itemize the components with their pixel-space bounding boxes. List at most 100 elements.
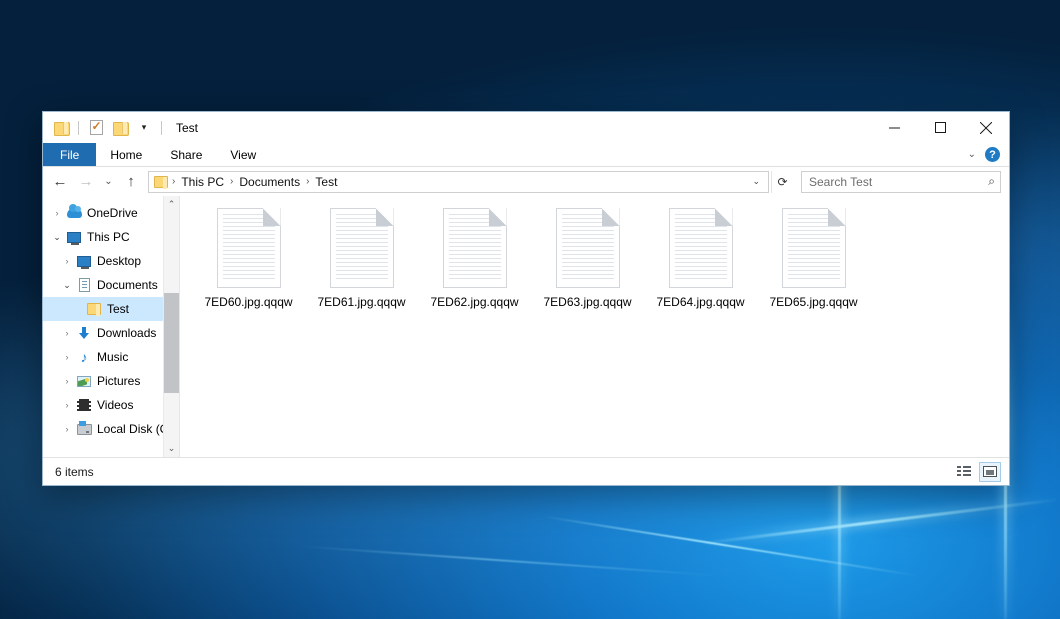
ribbon-right-controls: ⌄ ? [968,143,1009,166]
back-button[interactable]: ← [48,170,72,194]
expander-icon[interactable]: › [59,424,75,434]
file-item[interactable]: 7ED65.jpg.qqqw [757,204,870,322]
generic-document-icon [669,208,733,288]
document-icon [75,277,93,293]
up-button[interactable]: ↑ [119,170,143,194]
breadcrumb[interactable]: › This PC › Documents › Test ⌄ [148,171,769,193]
sidebar-item-desktop[interactable]: › Desktop [43,249,179,273]
search-input[interactable]: Search Test [809,175,988,189]
expander-icon[interactable]: › [49,208,65,218]
file-name-label: 7ED64.jpg.qqqw [656,295,744,309]
chevron-down-icon[interactable]: ▾ [134,118,154,138]
expander-icon[interactable]: › [59,376,75,386]
search-box[interactable]: Search Test ⌕ [801,171,1001,193]
sidebar-item-test[interactable]: Test [43,297,179,321]
quick-access-toolbar: ▾ Test [43,118,198,138]
music-icon: ♪ [75,349,93,365]
monitor-icon [75,253,93,269]
sidebar-item-videos[interactable]: › Videos [43,393,179,417]
expander-icon[interactable]: ⌄ [59,280,75,291]
large-icons-view-button[interactable] [979,462,1001,482]
new-folder-icon[interactable] [110,118,130,138]
maximize-button[interactable] [917,112,963,143]
sidebar-item-label: Desktop [97,254,141,268]
breadcrumb-separator-1: › [227,176,236,187]
expand-ribbon-icon[interactable]: ⌄ [968,149,976,160]
file-explorer-window: ▾ Test File Home Share View [42,111,1010,486]
ribbon-spacer [270,143,967,166]
tab-share[interactable]: Share [156,143,216,166]
sidebar-item-label: Downloads [97,326,156,340]
sidebar-item-label: Pictures [97,374,140,388]
sidebar-item-music[interactable]: › ♪ Music [43,345,179,369]
generic-document-icon [330,208,394,288]
address-bar: ← → ⌄ ↑ › This PC › Documents › Test ⌄ ⟳… [43,167,1009,196]
breadcrumb-separator-0: › [169,176,178,187]
toolbar-separator-1 [78,121,79,135]
previous-locations-chevron-down-icon[interactable]: ⌄ [746,176,766,187]
generic-document-icon [217,208,281,288]
sidebar-item-onedrive[interactable]: › OneDrive [43,201,179,225]
tab-file[interactable]: File [43,143,96,166]
expander-icon[interactable]: › [59,400,75,410]
breadcrumb-item-this-pc[interactable]: This PC [178,175,227,189]
navigation-pane: › OneDrive ⌄ This PC › Desktop ⌄ [43,196,180,457]
breadcrumb-item-test[interactable]: Test [312,175,340,189]
sidebar-item-this-pc[interactable]: ⌄ This PC [43,225,179,249]
file-name-label: 7ED62.jpg.qqqw [430,295,518,309]
sidebar-item-label: Test [107,302,129,316]
scrollbar-track[interactable] [164,213,180,440]
forward-button[interactable]: → [74,170,98,194]
sidebar-item-downloads[interactable]: › Downloads [43,321,179,345]
refresh-icon[interactable]: ⟳ [771,171,793,193]
file-item[interactable]: 7ED63.jpg.qqqw [531,204,644,322]
expander-icon[interactable]: › [59,328,75,338]
file-item[interactable]: 7ED60.jpg.qqqw [192,204,305,322]
file-name-label: 7ED60.jpg.qqqw [204,295,292,309]
window-body: › OneDrive ⌄ This PC › Desktop ⌄ [43,196,1009,457]
expander-icon[interactable]: › [59,256,75,266]
scroll-down-icon[interactable]: ⌄ [164,440,180,457]
navigation-pane-scrollbar[interactable]: ⌃ ⌄ [163,196,179,457]
file-list-view[interactable]: 7ED60.jpg.qqqw 7ED61.jpg.qqqw 7ED62.jpg.… [180,196,1009,457]
file-name-label: 7ED61.jpg.qqqw [317,295,405,309]
expander-icon[interactable]: ⌄ [49,232,65,243]
sidebar-item-documents[interactable]: ⌄ Documents [43,273,179,297]
file-item[interactable]: 7ED64.jpg.qqqw [644,204,757,322]
sidebar-item-local-disk-c[interactable]: › Local Disk (C:) [43,417,179,441]
desktop: ▾ Test File Home Share View [0,0,1060,619]
file-item[interactable]: 7ED62.jpg.qqqw [418,204,531,322]
view-mode-buttons [953,462,1001,482]
sidebar-item-label: Videos [97,398,133,412]
file-item[interactable]: 7ED61.jpg.qqqw [305,204,418,322]
download-icon [75,325,93,341]
sidebar-item-label: This PC [87,230,130,244]
scroll-up-icon[interactable]: ⌃ [164,196,180,213]
sidebar-item-label: Documents [97,278,158,292]
properties-icon[interactable] [86,118,106,138]
title-bar[interactable]: ▾ Test [43,112,1009,143]
folder-icon[interactable] [51,118,71,138]
generic-document-icon [782,208,846,288]
minimize-button[interactable] [871,112,917,143]
help-icon[interactable]: ? [985,147,1000,162]
scrollbar-thumb[interactable] [164,293,180,393]
tab-view[interactable]: View [216,143,270,166]
recent-locations-icon[interactable]: ⌄ [100,170,117,194]
monitor-icon [65,229,83,245]
toolbar-separator-2 [161,121,162,135]
cloud-icon [65,205,83,221]
item-count-label: 6 items [55,465,94,479]
status-bar: 6 items [43,457,1009,485]
breadcrumb-separator-2: › [303,176,312,187]
sidebar-item-label: OneDrive [87,206,138,220]
close-button[interactable] [963,112,1009,143]
breadcrumb-item-documents[interactable]: Documents [236,175,303,189]
expander-icon[interactable]: › [59,352,75,362]
video-icon [75,397,93,413]
details-view-button[interactable] [953,462,975,482]
search-icon[interactable]: ⌕ [988,174,995,189]
sidebar-item-pictures[interactable]: › Pictures [43,369,179,393]
tab-home[interactable]: Home [96,143,156,166]
file-grid: 7ED60.jpg.qqqw 7ED61.jpg.qqqw 7ED62.jpg.… [180,196,1009,322]
